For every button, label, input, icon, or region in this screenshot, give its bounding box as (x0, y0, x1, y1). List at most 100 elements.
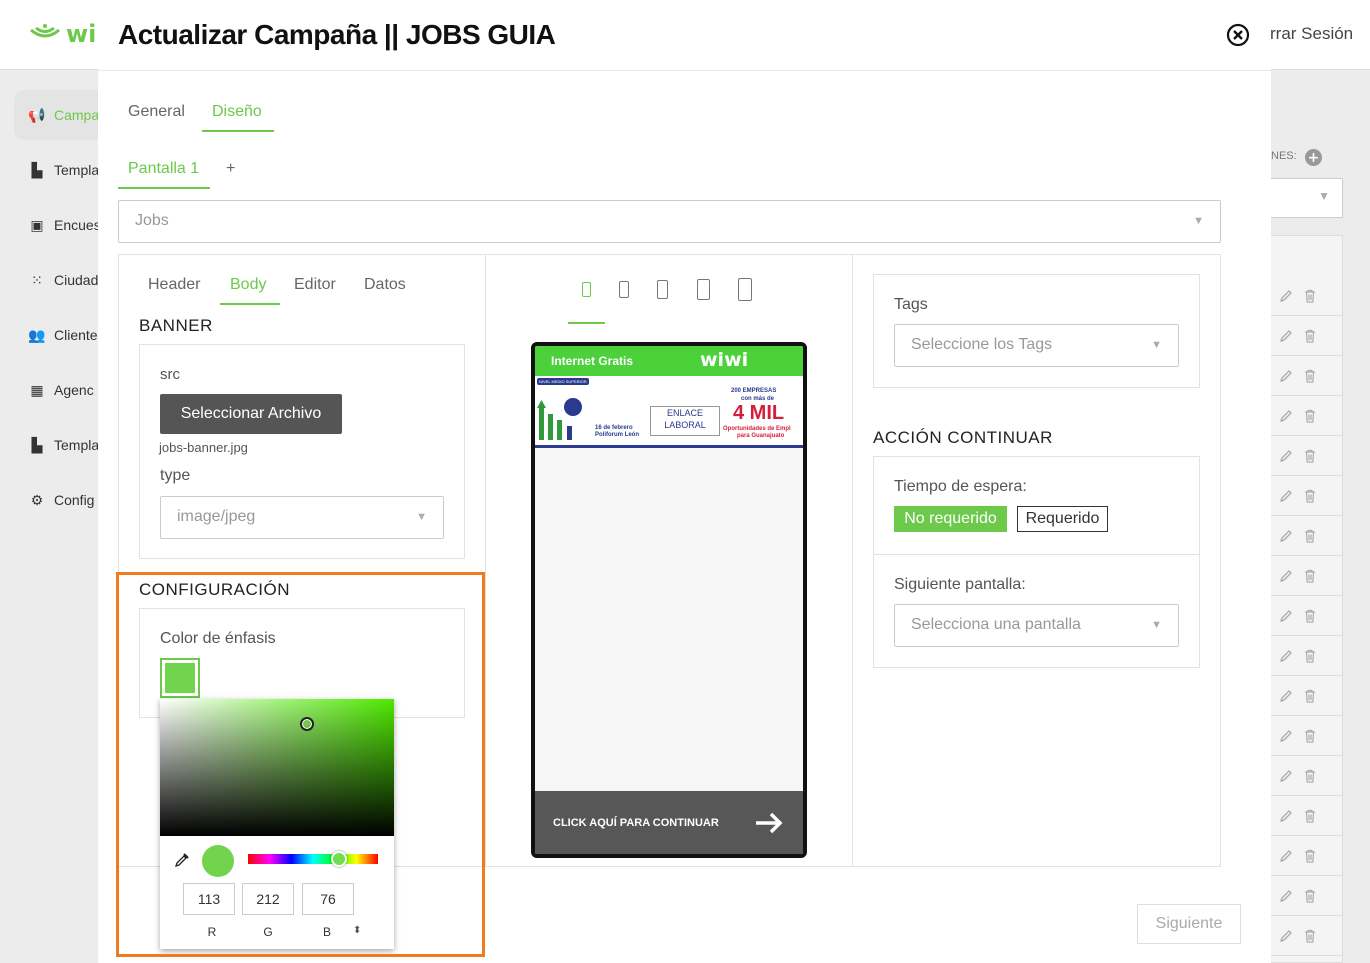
tab-diseno[interactable]: Diseño (212, 103, 262, 121)
close-icon[interactable] (1226, 23, 1250, 47)
device-tablet-icon[interactable] (738, 278, 752, 301)
banner-date: 16 de febrero (595, 425, 633, 431)
trash-icon[interactable] (1302, 328, 1318, 344)
modal-title: Actualizar Campaña || JOBS GUIA (118, 19, 556, 50)
trash-icon[interactable] (1302, 448, 1318, 464)
trash-icon[interactable] (1302, 568, 1318, 584)
column-divider (852, 254, 853, 867)
tab-general[interactable]: General (128, 103, 185, 121)
pencil-icon[interactable] (1278, 648, 1294, 664)
trash-icon[interactable] (1302, 528, 1318, 544)
type-select[interactable]: image/jpeg ▼ (160, 496, 444, 539)
pencil-icon[interactable] (1278, 328, 1294, 344)
table-row-divider (1271, 915, 1343, 916)
logout-link[interactable]: rrar Sesión (1270, 24, 1353, 44)
sidebar-item-label: Cliente (54, 327, 98, 343)
table-row-divider (1271, 315, 1343, 316)
gear-icon: ⚙ (30, 491, 44, 508)
pencil-icon[interactable] (1278, 928, 1294, 944)
pencil-icon[interactable] (1278, 688, 1294, 704)
subtab-header[interactable]: Header (148, 276, 200, 294)
pencil-icon[interactable] (1278, 728, 1294, 744)
screen-tab-indicator (118, 187, 210, 189)
sidebar-item-label: Encues (54, 217, 101, 233)
trash-icon[interactable] (1302, 368, 1318, 384)
table-row-actions (1278, 888, 1328, 908)
device-phablet-icon[interactable] (697, 279, 710, 300)
grid-dots-icon: ⁙ (31, 271, 43, 288)
trash-icon[interactable] (1302, 848, 1318, 864)
next-screen-label: Siguiente pantalla: (894, 576, 1026, 593)
wifi-smile-icon (30, 24, 60, 38)
preview-logo: wiwi (700, 349, 749, 371)
continue-button[interactable]: CLICK AQUÍ PARA CONTINUAR (535, 791, 803, 854)
banner-empresas: 200 EMPRESAS (731, 388, 777, 394)
sidebar-item-label: Ciudad (54, 272, 99, 288)
pencil-icon[interactable] (1278, 848, 1294, 864)
template-select[interactable]: Jobs ▼ (118, 200, 1221, 243)
table-row-divider (1271, 875, 1343, 876)
subtab-editor[interactable]: Editor (294, 276, 336, 294)
device-small-phone-icon[interactable] (582, 282, 591, 297)
device-phone-icon[interactable] (619, 281, 629, 298)
pencil-icon[interactable] (1278, 568, 1294, 584)
pencil-icon[interactable] (1278, 288, 1294, 304)
background-select[interactable]: ▼ (1271, 178, 1343, 218)
trash-icon[interactable] (1302, 488, 1318, 504)
table-row-divider (1271, 715, 1343, 716)
table-row-divider (1271, 795, 1343, 796)
pencil-icon[interactable] (1278, 408, 1294, 424)
required-button[interactable]: Requerido (1017, 506, 1108, 532)
trash-icon[interactable] (1302, 688, 1318, 704)
table-row-divider (1271, 955, 1343, 956)
phone-preview: Internet Gratis wiwi NIVEL MEDIO SUPERIO… (531, 342, 807, 858)
add-icon[interactable]: + (1305, 149, 1322, 166)
device-large-phone-icon[interactable] (657, 280, 668, 299)
tab-pantalla-1[interactable]: Pantalla 1 (128, 160, 199, 178)
tags-select[interactable]: Seleccione los Tags ▼ (894, 324, 1179, 367)
type-select-value: image/jpeg (177, 508, 256, 525)
template-icon: ▙ (31, 436, 43, 453)
subtab-active-indicator (220, 303, 280, 305)
pencil-icon[interactable] (1278, 888, 1294, 904)
pencil-icon[interactable] (1278, 448, 1294, 464)
next-screen-select[interactable]: Selecciona una pantalla ▼ (894, 604, 1179, 647)
pencil-icon[interactable] (1278, 808, 1294, 824)
table-row-actions (1278, 528, 1328, 548)
template-select-value: Jobs (135, 212, 169, 229)
column-divider (485, 254, 486, 867)
arrow-right-icon (756, 812, 783, 834)
trash-icon[interactable] (1302, 928, 1318, 944)
not-required-button[interactable]: No requerido (894, 506, 1007, 532)
trash-icon[interactable] (1302, 768, 1318, 784)
pencil-icon[interactable] (1278, 768, 1294, 784)
pencil-icon[interactable] (1278, 608, 1294, 624)
trash-icon[interactable] (1302, 808, 1318, 824)
trash-icon[interactable] (1302, 888, 1318, 904)
pencil-icon[interactable] (1278, 488, 1294, 504)
next-button[interactable]: Siguiente (1137, 904, 1241, 944)
trash-icon[interactable] (1302, 608, 1318, 624)
clipboard-icon: ▣ (30, 216, 44, 233)
trash-icon[interactable] (1302, 728, 1318, 744)
table-row-divider (1271, 435, 1343, 436)
subtab-body[interactable]: Body (230, 276, 266, 294)
add-screen-button[interactable]: + (226, 160, 235, 178)
banner-oportunidades: Oportunidades de Empl (723, 426, 791, 432)
subtab-datos[interactable]: Datos (364, 276, 406, 294)
table-row-actions (1278, 408, 1328, 428)
trash-icon[interactable] (1302, 408, 1318, 424)
chevron-down-icon: ▼ (1151, 339, 1162, 351)
sidebar-item-label: Templa (54, 437, 100, 453)
banner-badge: NIVEL MEDIO SUPERIOR (537, 378, 589, 385)
select-file-button[interactable]: Seleccionar Archivo (160, 394, 342, 434)
trash-icon[interactable] (1302, 648, 1318, 664)
pencil-icon[interactable] (1278, 368, 1294, 384)
src-label: src (160, 366, 180, 383)
sidebar-item-label: Config (54, 492, 95, 508)
pencil-icon[interactable] (1278, 528, 1294, 544)
table-row-divider (1271, 635, 1343, 636)
table-row-actions (1278, 368, 1328, 388)
trash-icon[interactable] (1302, 288, 1318, 304)
table-row-divider (1271, 835, 1343, 836)
